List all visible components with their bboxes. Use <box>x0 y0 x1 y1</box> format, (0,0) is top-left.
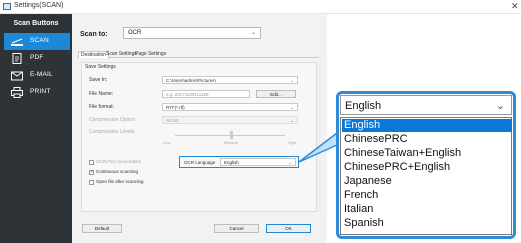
save-settings-section <box>81 62 317 212</box>
file-format-label: File format: <box>89 104 115 110</box>
continuous-scanning-checkbox[interactable] <box>89 169 94 175</box>
sidebar-item-label: PDF <box>30 54 44 61</box>
option-french[interactable]: French <box>342 189 512 202</box>
compression-slider-thumb[interactable] <box>230 131 233 139</box>
sidebar-item-label: E-MAIL <box>30 71 53 78</box>
save-in-select[interactable]: C:\Users\admin\Pictures\ ⌄ <box>162 76 298 84</box>
sidebar-item-pdf[interactable]: PDF <box>4 50 70 67</box>
sidebar-item-email[interactable]: E-MAIL <box>4 67 70 84</box>
save-in-label: Save In: <box>89 77 108 83</box>
compression-option-select[interactable]: NONE ⌄ <box>162 116 298 124</box>
slider-high-label: High <box>288 140 297 145</box>
sidebar-title: Scan Buttons <box>13 20 59 27</box>
tab-page-settings[interactable]: Page Settings <box>133 51 168 58</box>
scan-to-label: Scan to: <box>80 31 108 38</box>
ocr-language-label: OCR Language <box>184 160 216 165</box>
file-format-value: RTF(*.rtf) <box>166 105 185 110</box>
ocr-language-value: English <box>224 160 239 165</box>
sidebar-item-label: SCAN <box>30 37 49 44</box>
compression-levels-label: Compression Levels: <box>89 129 136 135</box>
file-name-field[interactable]: e.g.:20171108111158 <box>162 90 250 98</box>
cancel-button[interactable]: Cancel <box>214 224 259 233</box>
option-spanish[interactable]: Spanish <box>342 217 512 230</box>
close-icon[interactable]: ✕ <box>511 1 519 12</box>
file-name-label: File Name: <box>89 91 114 97</box>
ocr-text-checkbox[interactable] <box>89 160 94 165</box>
save-in-value: C:\Users\admin\Pictures\ <box>166 78 216 83</box>
app-icon <box>3 3 11 10</box>
option-japanese[interactable]: Japanese <box>342 175 512 188</box>
ok-button[interactable]: OK <box>266 224 311 233</box>
pdf-icon <box>12 53 22 64</box>
compression-option-value: NONE <box>166 118 180 123</box>
chevron-down-icon: ⌄ <box>250 30 256 36</box>
slider-low-label: Low <box>163 140 171 145</box>
zoom-language-select[interactable]: English ⌄ <box>340 95 512 115</box>
chevron-down-icon: ⌄ <box>288 160 292 165</box>
scan-to-value: OCR <box>128 30 142 36</box>
sidebar-item-label: PRINT <box>30 88 51 95</box>
language-options-list: English ChinesePRC ChineseTaiwan+English… <box>340 117 512 235</box>
file-format-select[interactable]: RTF(*.rtf) ⌄ <box>162 103 298 111</box>
ocr-text-label: OCR(Text Searchable) <box>96 159 142 164</box>
chevron-down-icon: ⌄ <box>290 78 294 83</box>
zoom-selected-value: English <box>345 100 382 112</box>
title-bar <box>0 0 521 14</box>
scanner-icon <box>11 38 23 46</box>
option-chinesetaiwan-english[interactable]: ChineseTaiwan+English <box>342 147 512 160</box>
chevron-down-icon: ⌄ <box>290 118 294 123</box>
sidebar-item-scan[interactable]: SCAN <box>4 33 70 50</box>
option-chineseprc-english[interactable]: ChinesePRC+English <box>342 161 512 174</box>
option-chineseprc[interactable]: ChinesePRC <box>342 133 512 146</box>
edit-button[interactable]: Edit... <box>256 90 296 98</box>
option-italian[interactable]: Italian <box>342 203 512 216</box>
default-button[interactable]: Default <box>82 224 122 233</box>
sidebar-item-print[interactable]: PRINT <box>4 84 70 101</box>
window-title: Settings(SCAN) <box>14 2 64 9</box>
continuous-scanning-label: Continuous scanning <box>96 169 139 174</box>
ocr-language-select[interactable]: English ⌄ <box>220 158 296 166</box>
mail-icon <box>11 71 23 81</box>
scan-to-select[interactable]: OCR ⌄ <box>123 27 261 39</box>
open-file-checkbox[interactable] <box>89 180 94 185</box>
chevron-down-icon: ⌄ <box>495 100 505 112</box>
section-title: Save Settings <box>85 64 116 70</box>
option-english[interactable]: English <box>342 119 512 132</box>
chevron-down-icon: ⌄ <box>290 105 294 110</box>
compression-option-label: Compression Option: <box>89 117 136 123</box>
open-file-label: Open file after scanning <box>96 179 144 184</box>
slider-medium-label: Medium <box>224 140 239 145</box>
printer-icon <box>11 87 23 98</box>
